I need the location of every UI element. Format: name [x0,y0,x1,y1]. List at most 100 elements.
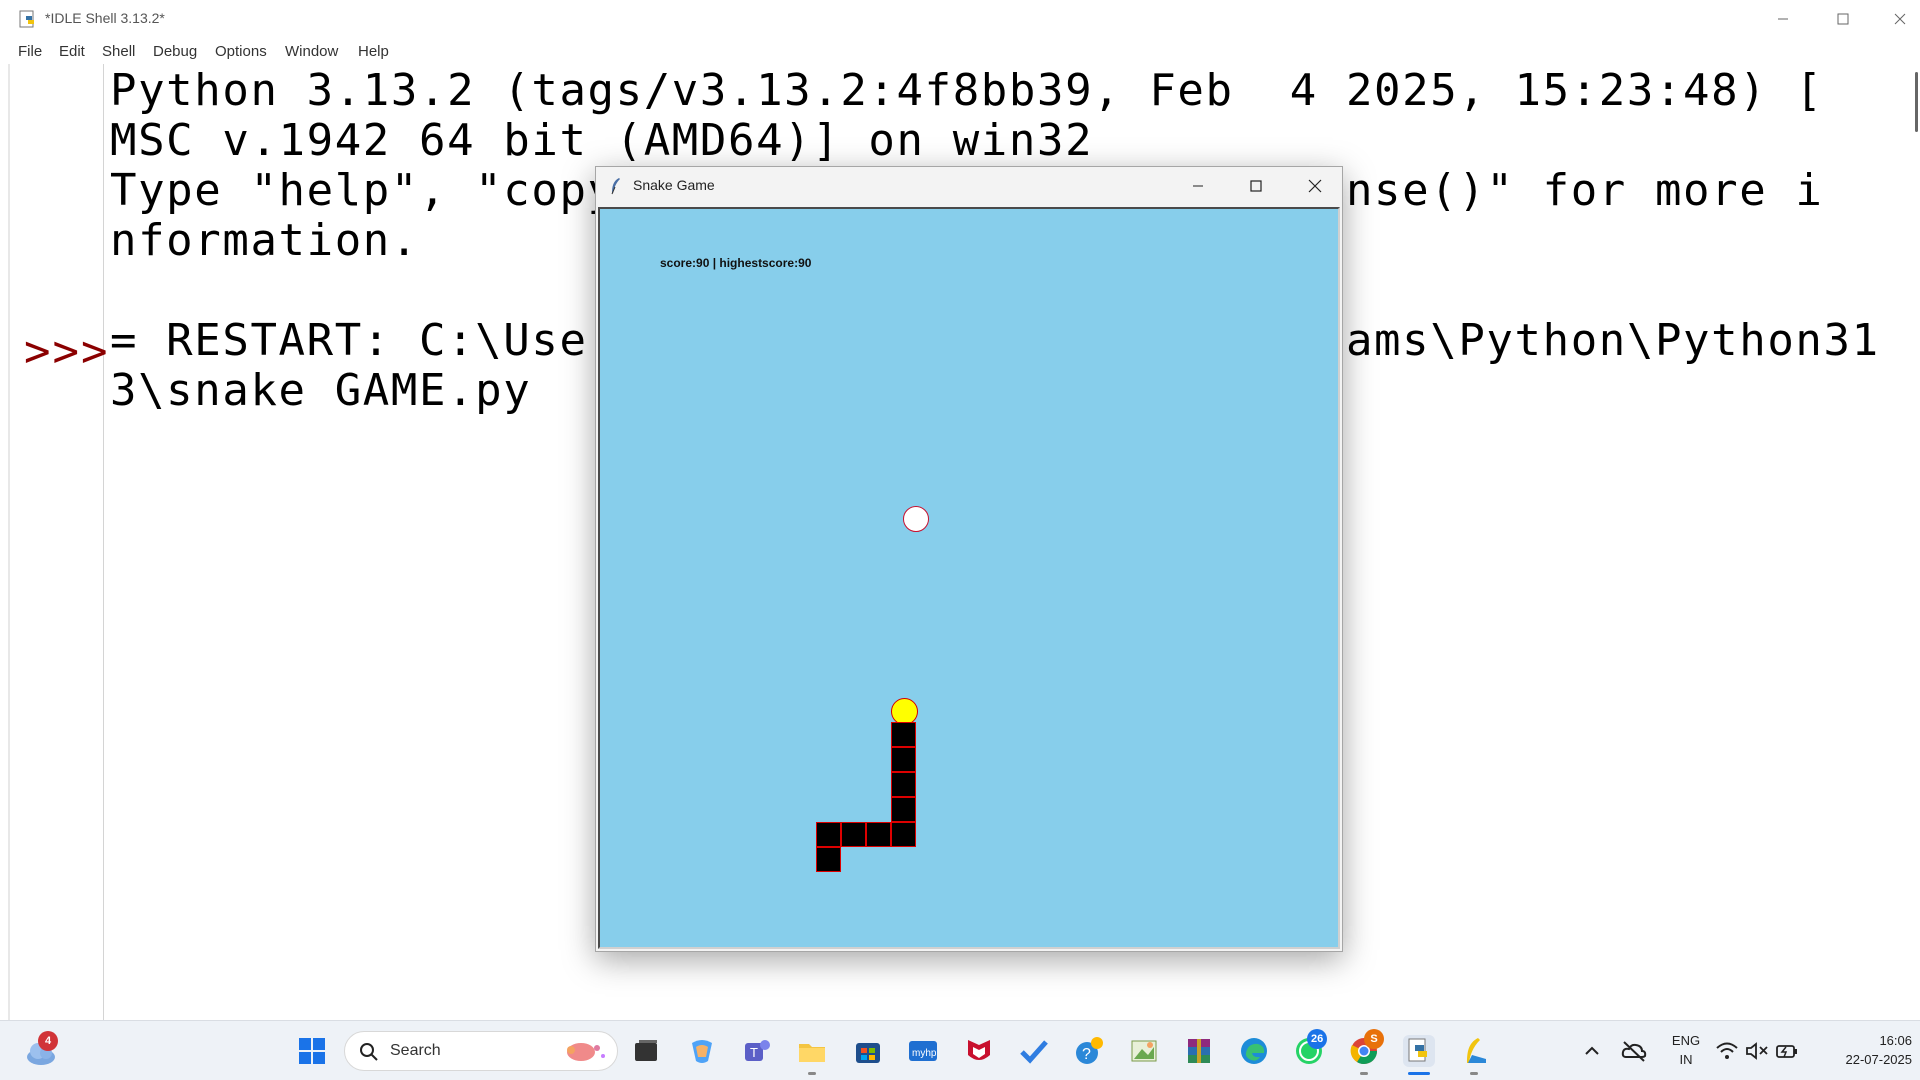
close-button[interactable] [1880,4,1920,34]
running-indicator [1360,1072,1368,1075]
edge-button[interactable] [1238,1035,1270,1067]
snake-minimize-button[interactable] [1175,171,1221,201]
store-button[interactable] [852,1035,884,1067]
language-region: IN [1679,1052,1693,1067]
snake-segment [866,822,891,847]
weather-badge: 4 [38,1031,58,1051]
folder-icon [799,1044,825,1062]
feather-icon [611,178,620,195]
menu-help[interactable]: Help [358,43,389,60]
mcafee-button[interactable] [963,1035,995,1067]
feather-icon [1467,1038,1486,1063]
running-indicator [808,1072,816,1075]
clock-time[interactable]: 16:06 [1812,1033,1912,1048]
snake-segment [816,847,841,872]
volume-muted-icon [1746,1042,1768,1060]
python-idle-taskbar-button[interactable] [1403,1035,1435,1067]
shell-line: nformation. [110,215,419,266]
python-idle-icon [19,10,34,28]
maximize-icon [1837,13,1849,25]
snake-close-button[interactable] [1292,171,1338,201]
python-icon [1408,1038,1427,1062]
paint-icon [1131,1040,1157,1062]
windows-icon [299,1038,325,1064]
menu-file[interactable]: File [18,43,42,60]
score-label: score:90 | highestscore:90 [660,256,812,270]
active-indicator [1408,1072,1430,1075]
idle-titlebar[interactable]: *IDLE Shell 3.13.2* [0,0,1920,38]
edge-icon [1241,1038,1267,1064]
myhp-button[interactable]: myhp [907,1035,939,1067]
svg-text:?: ? [1082,1046,1091,1063]
window-title: *IDLE Shell 3.13.2* [45,10,165,26]
snake-segment [891,722,916,747]
show-hidden-icons-button[interactable] [1580,1039,1604,1063]
menu-edit[interactable]: Edit [59,43,85,60]
language-indicator[interactable]: ENG [1666,1033,1706,1048]
todo-button[interactable] [1018,1035,1050,1067]
shell-line: Python 3.13.2 (tags/v3.13.2:4f8bb39, Feb… [110,65,1824,116]
search-icon [360,1043,378,1061]
minimize-button[interactable] [1760,4,1806,34]
start-button[interactable] [296,1035,328,1067]
svg-text:T: T [750,1045,758,1060]
brain-icon [567,1043,605,1061]
copilot-button[interactable] [686,1035,718,1067]
food-item [903,506,929,532]
checkmark-icon [1020,1040,1048,1064]
help-button[interactable]: ? [1073,1035,1105,1067]
store-icon [856,1043,880,1063]
shell-line: MSC v.1942 64 bit (AMD64)] on win32 [110,115,1094,166]
teams-button[interactable]: T [741,1035,773,1067]
archive-icon [1188,1039,1210,1063]
shell-line: 3\snake GAME.py [110,365,532,416]
volume-status[interactable] [1744,1039,1770,1063]
wifi-icon [1716,1042,1738,1059]
close-icon [1308,179,1322,193]
minimize-icon [1193,185,1203,187]
menu-debug[interactable]: Debug [153,43,197,60]
copilot-icon [692,1040,712,1063]
help-icon: ? [1076,1037,1103,1064]
snake-segment [841,822,866,847]
snake-segment [891,797,916,822]
chrome-profile-badge: S [1364,1029,1384,1049]
task-view-button[interactable] [630,1035,662,1067]
menu-options[interactable]: Options [215,43,267,60]
wifi-status[interactable] [1714,1039,1740,1063]
snake-segment [816,822,841,847]
vertical-scrollbar[interactable] [1910,64,1920,1020]
winrar-button[interactable] [1183,1035,1215,1067]
snake-titlebar[interactable]: Snake Game [596,167,1342,205]
snake-window-title: Snake Game [633,177,715,193]
onedrive-button[interactable] [1620,1037,1648,1065]
shell-prompt: >>> [24,326,110,377]
snake-maximize-button[interactable] [1233,171,1279,201]
scrollbar-thumb[interactable] [1915,72,1918,132]
paint-button[interactable] [1128,1035,1160,1067]
menu-shell[interactable]: Shell [102,43,135,60]
battery-charging-icon [1776,1045,1797,1058]
taskbar-search[interactable]: Search [344,1031,618,1071]
menubar: File Edit Shell Debug Options Window Hel… [0,38,1920,64]
running-indicator [1470,1072,1478,1075]
file-explorer-button[interactable] [796,1035,828,1067]
clock-date[interactable]: 22-07-2025 [1812,1052,1913,1067]
close-icon [1894,13,1906,25]
taskbar: 4 Search T myhp ? 26 S ENG IN 16:06 22-0… [0,1020,1920,1080]
chevron-up-icon [1585,1046,1599,1055]
menu-window[interactable]: Window [285,43,338,60]
teams-icon: T [745,1040,770,1061]
battery-status[interactable] [1774,1039,1800,1063]
snake-game-window: Snake Game score:90 | highestscore:90 [595,166,1343,952]
snake-segment [891,822,916,847]
snake-segment [891,747,916,772]
maximize-icon [1250,180,1262,192]
game-canvas[interactable]: score:90 | highestscore:90 [598,207,1340,949]
prompt-sidebar: >>> [10,64,107,1020]
maximize-button[interactable] [1820,4,1866,34]
snake-segment [891,772,916,797]
python-launcher-button[interactable] [1458,1035,1490,1067]
task-view-icon [635,1040,657,1061]
search-label: Search [390,1042,441,1059]
